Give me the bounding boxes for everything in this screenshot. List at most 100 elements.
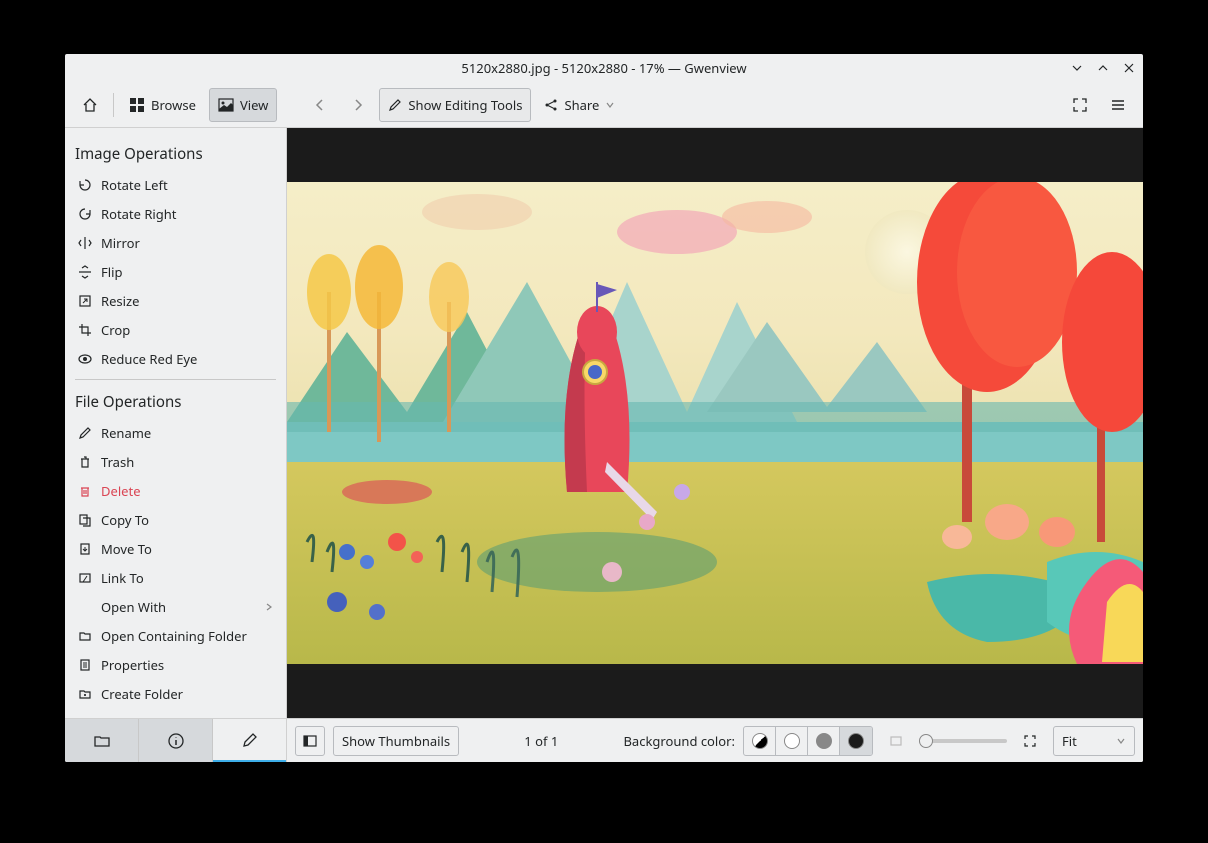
zoom-select[interactable]: Fit [1053, 726, 1135, 756]
mirror-item[interactable]: Mirror [75, 228, 276, 257]
zoom-fit-button[interactable] [881, 726, 911, 756]
maximize-button[interactable] [1095, 60, 1111, 76]
delete-icon [77, 483, 93, 499]
bg-swatch-gray[interactable] [808, 727, 840, 755]
sidebar-tab-operations[interactable] [213, 719, 286, 762]
resize-item[interactable]: Resize [75, 286, 276, 315]
zoom-slider[interactable] [919, 739, 1007, 743]
show-editing-label: Show Editing Tools [408, 96, 522, 114]
folder-icon [93, 732, 111, 750]
rotate-left-icon [77, 177, 93, 193]
op-label: Flip [101, 263, 122, 281]
properties-icon [77, 657, 93, 673]
share-button[interactable]: Share [535, 88, 624, 122]
bg-color-label: Background color: [623, 732, 735, 750]
show-editing-tools-button[interactable]: Show Editing Tools [379, 88, 531, 122]
zoom-expand-icon [1023, 734, 1037, 748]
open-containing-folder-item[interactable]: Open Containing Folder [75, 621, 276, 650]
trash-item[interactable]: Trash [75, 447, 276, 476]
copy-to-item[interactable]: Copy To [75, 505, 276, 534]
swatch-auto-icon [752, 733, 768, 749]
hamburger-menu-button[interactable] [1101, 88, 1135, 122]
image-icon [218, 97, 234, 113]
reduce-red-eye-item[interactable]: Reduce Red Eye [75, 344, 276, 373]
properties-item[interactable]: Properties [75, 650, 276, 679]
op-label: Open With [101, 598, 166, 616]
chevron-left-icon [313, 98, 327, 112]
zoom-slider-thumb[interactable] [919, 734, 933, 748]
close-button[interactable] [1121, 60, 1137, 76]
pencil-icon [241, 731, 259, 749]
bg-swatch-auto[interactable] [744, 727, 776, 755]
fullscreen-button[interactable] [1063, 88, 1097, 122]
sidebar-tabs [65, 718, 286, 762]
hamburger-icon [1110, 97, 1126, 113]
sidebar-tab-folders[interactable] [65, 719, 139, 762]
zoom-100-button[interactable] [1015, 726, 1045, 756]
op-label: Link To [101, 569, 144, 587]
info-icon [167, 732, 185, 750]
swatch-white-icon [784, 733, 800, 749]
op-label: Move To [101, 540, 152, 558]
op-label: Create Folder [101, 685, 183, 703]
body: Image Operations Rotate Left Rotate Righ… [65, 128, 1143, 762]
link-icon [77, 570, 93, 586]
titlebar-buttons [1069, 54, 1137, 82]
copy-icon [77, 512, 93, 528]
rename-item[interactable]: Rename [75, 418, 276, 447]
chevron-right-icon [351, 98, 365, 112]
statusbar: Show Thumbnails 1 of 1 Background color: [287, 718, 1143, 762]
view-button[interactable]: View [209, 88, 277, 122]
link-to-item[interactable]: Link To [75, 563, 276, 592]
crop-icon [77, 322, 93, 338]
separator [75, 379, 276, 380]
titlebar: 5120x2880.jpg - 5120x2880 - 17% — Gwenvi… [65, 54, 1143, 82]
image-viewport[interactable] [287, 128, 1143, 718]
home-icon [81, 96, 99, 114]
op-label: Rename [101, 424, 151, 442]
show-thumbnails-label: Show Thumbnails [342, 732, 450, 750]
op-label: Trash [101, 453, 134, 471]
share-icon [544, 98, 558, 112]
rotate-right-item[interactable]: Rotate Right [75, 199, 276, 228]
op-label: Properties [101, 656, 164, 674]
move-to-item[interactable]: Move To [75, 534, 276, 563]
resize-icon [77, 293, 93, 309]
op-label: Mirror [101, 234, 140, 252]
create-folder-icon [77, 686, 93, 702]
rotate-left-item[interactable]: Rotate Left [75, 170, 276, 199]
rotate-right-icon [77, 206, 93, 222]
chevron-down-icon [1116, 736, 1126, 746]
browse-label: Browse [151, 96, 196, 114]
image-operations-list: Rotate Left Rotate Right Mirror Flip Res… [65, 170, 286, 373]
sidebar-tab-info[interactable] [139, 719, 213, 762]
toolbar: Browse View Show Editing Tools Share [65, 82, 1143, 128]
browse-button[interactable]: Browse [120, 88, 205, 122]
swatch-black-icon [848, 733, 864, 749]
crop-item[interactable]: Crop [75, 315, 276, 344]
delete-item[interactable]: Delete [75, 476, 276, 505]
nav-prev-button[interactable] [303, 88, 337, 122]
pencil-icon [388, 98, 402, 112]
file-operations-title: File Operations [65, 386, 286, 418]
nav-next-button[interactable] [341, 88, 375, 122]
home-button[interactable] [73, 88, 107, 122]
grid-icon [129, 97, 145, 113]
flip-item[interactable]: Flip [75, 257, 276, 286]
create-folder-item[interactable]: Create Folder [75, 679, 276, 708]
share-label: Share [564, 96, 599, 114]
bg-swatch-white[interactable] [776, 727, 808, 755]
open-with-item[interactable]: Open With [75, 592, 276, 621]
page-indicator: 1 of 1 [467, 732, 615, 750]
minimize-button[interactable] [1069, 60, 1085, 76]
move-icon [77, 541, 93, 557]
file-operations-list: Rename Trash Delete Copy To Move To Link… [65, 418, 286, 708]
show-thumbnails-button[interactable]: Show Thumbnails [333, 726, 459, 756]
bg-swatch-black[interactable] [840, 727, 872, 755]
folder-icon [77, 628, 93, 644]
image-operations-title: Image Operations [65, 138, 286, 170]
swatch-gray-icon [816, 733, 832, 749]
toggle-sidebar-button[interactable] [295, 726, 325, 756]
image-content [287, 182, 1143, 664]
fullscreen-icon [1072, 97, 1088, 113]
